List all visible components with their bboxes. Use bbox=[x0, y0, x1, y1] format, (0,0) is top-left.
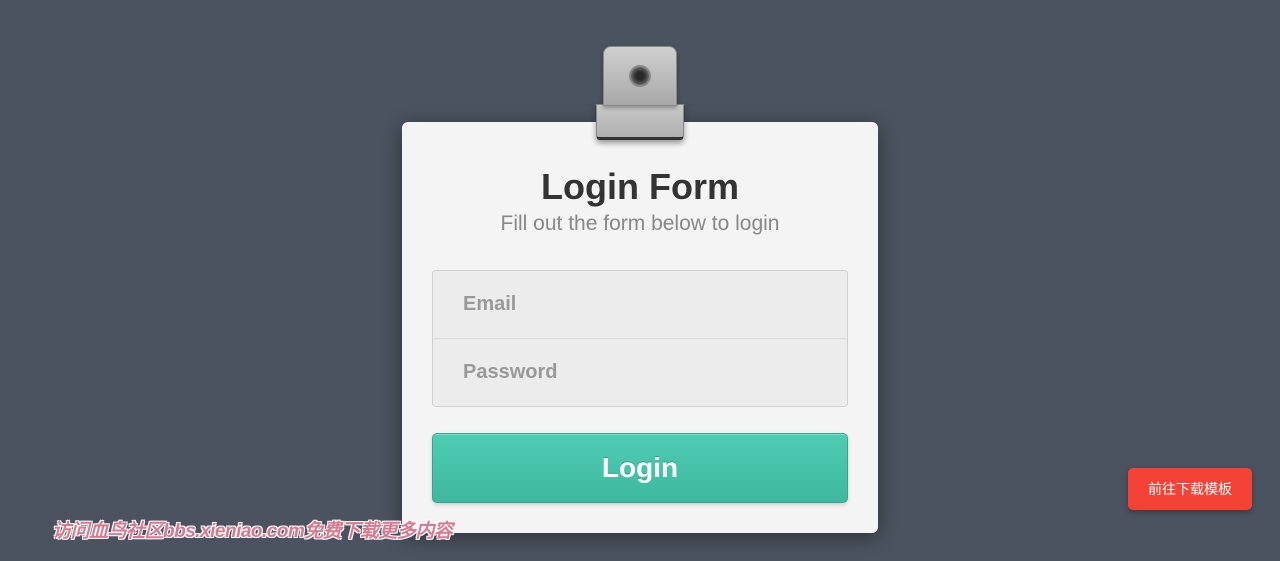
input-group bbox=[432, 270, 848, 407]
download-template-button[interactable]: 前往下载模板 bbox=[1128, 468, 1252, 510]
login-card: Login Form Fill out the form below to lo… bbox=[402, 122, 878, 533]
form-title: Login Form bbox=[432, 166, 848, 208]
login-button[interactable]: Login bbox=[432, 433, 848, 503]
form-subtitle: Fill out the form below to login bbox=[432, 212, 848, 236]
clip-hole bbox=[629, 65, 651, 87]
email-input[interactable] bbox=[433, 271, 847, 339]
clip-bottom bbox=[596, 104, 684, 140]
clip-top bbox=[603, 46, 677, 106]
watermark-text: 访问血鸟社区bbs.xieniao.com免费下载更多内容 bbox=[52, 516, 452, 543]
password-input[interactable] bbox=[433, 339, 847, 406]
clipboard-clip-icon bbox=[603, 46, 677, 146]
